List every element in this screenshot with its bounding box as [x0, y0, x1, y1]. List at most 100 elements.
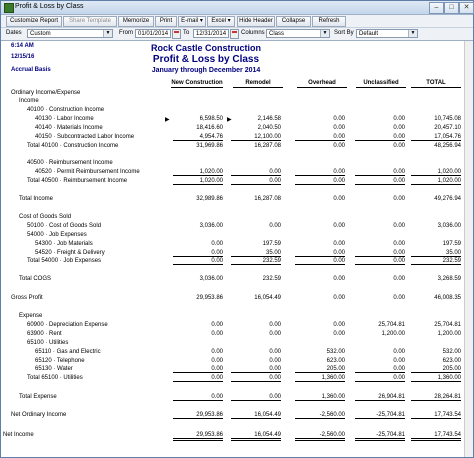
amount-cell[interactable]: 0.00: [231, 322, 281, 328]
amount-cell[interactable]: 0.00: [173, 394, 223, 401]
amount-cell[interactable]: 12,100.00: [231, 134, 281, 141]
amount-cell[interactable]: 0.00: [231, 331, 281, 337]
vertical-scrollbar[interactable]: [464, 41, 473, 457]
amount-cell[interactable]: 10,745.08: [411, 116, 461, 122]
memorize-button[interactable]: Memorize: [118, 16, 154, 27]
amount-cell[interactable]: 0.00: [231, 366, 281, 373]
amount-cell[interactable]: 0.00: [355, 196, 405, 202]
amount-cell[interactable]: 17,743.54: [411, 412, 461, 419]
sortby-dropdown[interactable]: Default ▼: [356, 29, 418, 38]
amount-cell[interactable]: 0.00: [355, 295, 405, 301]
print-button[interactable]: Print: [155, 16, 177, 27]
amount-cell[interactable]: 1,200.00: [411, 331, 461, 337]
amount-cell[interactable]: 0.00: [173, 258, 223, 265]
amount-cell[interactable]: 0.00: [231, 178, 281, 185]
amount-cell[interactable]: 0.00: [355, 178, 405, 185]
amount-cell[interactable]: 25,704.81: [411, 322, 461, 328]
amount-cell[interactable]: 16,054.49: [231, 295, 281, 301]
amount-cell[interactable]: 1,360.00: [411, 375, 461, 382]
amount-cell[interactable]: -2,560.00: [295, 432, 345, 441]
amount-cell[interactable]: 0.00: [355, 375, 405, 382]
amount-cell[interactable]: 29,953.86: [173, 412, 223, 419]
refresh-button[interactable]: Refresh: [312, 16, 346, 27]
amount-cell[interactable]: 0.00: [295, 223, 345, 229]
amount-cell[interactable]: 0.00: [295, 178, 345, 185]
amount-cell[interactable]: 0.00: [295, 196, 345, 202]
amount-cell[interactable]: 232.59: [231, 276, 281, 282]
amount-cell[interactable]: 197.59: [231, 241, 281, 247]
amount-cell[interactable]: 3,036.00: [411, 223, 461, 229]
amount-cell[interactable]: 623.00: [295, 358, 345, 364]
amount-cell[interactable]: 46,008.35: [411, 295, 461, 301]
minimize-button[interactable]: –: [429, 2, 444, 14]
amount-cell[interactable]: 0.00: [231, 394, 281, 401]
amount-cell[interactable]: 25,704.81: [355, 322, 405, 328]
amount-cell[interactable]: 0.00: [231, 349, 281, 355]
amount-cell[interactable]: 0.00: [295, 258, 345, 265]
columns-dropdown[interactable]: Class ▼: [266, 29, 330, 38]
amount-cell[interactable]: 32,989.86: [173, 196, 223, 202]
customize-report-button[interactable]: Customize Report: [6, 16, 62, 27]
amount-cell[interactable]: 0.00: [355, 241, 405, 247]
amount-cell[interactable]: 0.00: [295, 331, 345, 337]
amount-cell[interactable]: 1,360.00: [295, 394, 345, 401]
amount-cell[interactable]: 35.00: [411, 250, 461, 257]
amount-cell[interactable]: 49,276.94: [411, 196, 461, 202]
amount-cell[interactable]: 0.00: [355, 358, 405, 364]
amount-cell[interactable]: 0.00: [295, 276, 345, 282]
amount-cell[interactable]: 0.00: [355, 116, 405, 122]
amount-cell[interactable]: 0.00: [355, 223, 405, 229]
amount-cell[interactable]: 0.00: [295, 250, 345, 257]
amount-cell[interactable]: 532.00: [295, 349, 345, 355]
amount-cell[interactable]: 0.00: [173, 358, 223, 364]
amount-cell[interactable]: 0.00: [231, 169, 281, 176]
amount-cell[interactable]: 17,743.54: [411, 432, 461, 441]
amount-cell[interactable]: 1,020.00: [411, 169, 461, 176]
column-header[interactable]: Unclassified: [356, 80, 406, 86]
amount-cell[interactable]: 1,200.00: [355, 331, 405, 337]
amount-cell[interactable]: 1,020.00: [173, 169, 223, 176]
amount-cell[interactable]: 0.00: [295, 143, 345, 149]
calendar-icon[interactable]: [230, 29, 239, 39]
amount-cell[interactable]: 16,287.08: [231, 143, 281, 149]
amount-cell[interactable]: 0.00: [355, 349, 405, 355]
amount-cell[interactable]: 232.59: [231, 258, 281, 265]
amount-cell[interactable]: 1,020.00: [411, 178, 461, 185]
amount-cell[interactable]: 17,054.76: [411, 134, 461, 141]
amount-cell[interactable]: 28,264.81: [411, 394, 461, 401]
amount-cell[interactable]: 205.00: [295, 366, 345, 373]
share-template-button[interactable]: Share Template: [63, 16, 117, 27]
amount-cell[interactable]: 0.00: [295, 322, 345, 328]
amount-cell[interactable]: 0.00: [295, 241, 345, 247]
amount-cell[interactable]: -25,704.81: [355, 432, 405, 441]
amount-cell[interactable]: 0.00: [355, 134, 405, 141]
amount-cell[interactable]: 0.00: [173, 322, 223, 328]
amount-cell[interactable]: 623.00: [411, 358, 461, 364]
dates-dropdown[interactable]: Custom ▼: [27, 29, 113, 38]
maximize-button[interactable]: □: [444, 2, 459, 14]
amount-cell[interactable]: 0.00: [173, 349, 223, 355]
amount-cell[interactable]: 18,416.60: [173, 125, 223, 131]
amount-cell[interactable]: 0.00: [173, 375, 223, 382]
email-button[interactable]: E-mail ▾: [178, 16, 206, 27]
amount-cell[interactable]: 48,256.94: [411, 143, 461, 149]
amount-cell[interactable]: 1,020.00: [173, 178, 223, 185]
amount-cell[interactable]: 0.00: [231, 223, 281, 229]
amount-cell[interactable]: 0.00: [355, 258, 405, 265]
amount-cell[interactable]: 197.59: [411, 241, 461, 247]
amount-cell[interactable]: 0.00: [173, 250, 223, 257]
column-header[interactable]: New Construction: [171, 80, 223, 86]
amount-cell[interactable]: 1,360.00: [295, 375, 345, 382]
amount-cell[interactable]: 16,287.08: [231, 196, 281, 202]
amount-cell[interactable]: 0.00: [355, 125, 405, 131]
column-header[interactable]: Remodel: [233, 80, 283, 86]
amount-cell[interactable]: 35.00: [231, 250, 281, 257]
amount-cell[interactable]: 29,953.86: [173, 295, 223, 301]
excel-button[interactable]: Excel ▾: [207, 16, 235, 27]
amount-cell[interactable]: 0.00: [231, 375, 281, 382]
amount-cell[interactable]: 0.00: [295, 295, 345, 301]
column-header[interactable]: TOTAL: [411, 80, 461, 86]
amount-cell[interactable]: 205.00: [411, 366, 461, 373]
amount-cell[interactable]: 0.00: [173, 366, 223, 373]
amount-cell[interactable]: 3,036.00: [173, 276, 223, 282]
